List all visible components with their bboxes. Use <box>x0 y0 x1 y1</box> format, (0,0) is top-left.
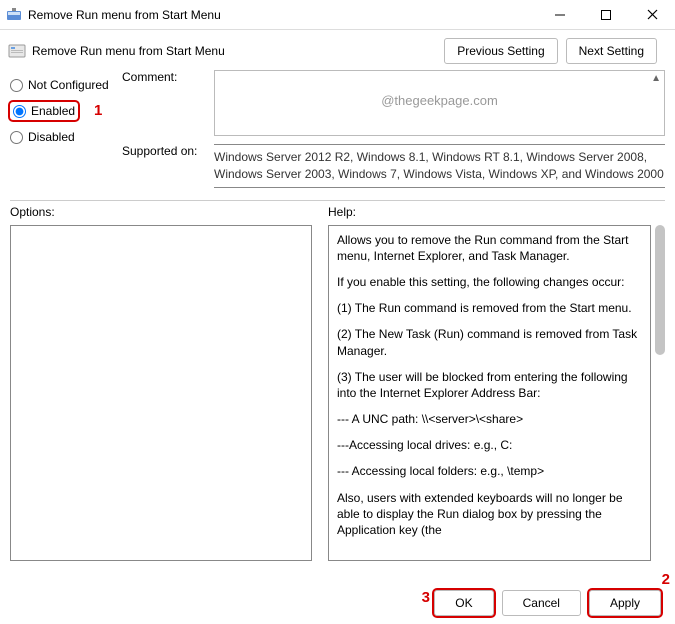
options-column: Options: <box>10 205 312 561</box>
window-title: Remove Run menu from Start Menu <box>28 8 221 22</box>
annotation-1: 1 <box>94 102 102 119</box>
help-p3: (1) The Run command is removed from the … <box>337 300 642 316</box>
cancel-button[interactable]: Cancel <box>502 590 581 616</box>
supported-text: Windows Server 2012 R2, Windows 8.1, Win… <box>214 144 665 188</box>
nav-buttons: Previous Setting Next Setting <box>444 38 667 64</box>
radio-disabled-label: Disabled <box>28 130 75 144</box>
policy-icon <box>8 42 26 60</box>
help-p1: Allows you to remove the Run command fro… <box>337 232 642 264</box>
radio-disabled-input[interactable] <box>10 131 23 144</box>
help-p6: --- A UNC path: \\<server>\<share> <box>337 411 642 427</box>
comment-textarea[interactable]: @thegeekpage.com ▲ <box>214 70 665 136</box>
help-p5: (3) The user will be blocked from enteri… <box>337 369 642 401</box>
previous-setting-button[interactable]: Previous Setting <box>444 38 557 64</box>
annotation-2: 2 <box>662 571 670 588</box>
annotation-3: 3 <box>422 589 430 606</box>
minimize-button[interactable] <box>537 0 583 30</box>
radio-enabled-input[interactable] <box>13 105 26 118</box>
lower-section: Options: Help: Allows you to remove the … <box>0 201 675 561</box>
options-box <box>10 225 312 561</box>
comment-watermark: @thegeekpage.com <box>381 93 498 108</box>
help-p8: --- Accessing local folders: e.g., \temp… <box>337 463 642 479</box>
help-p2: If you enable this setting, the followin… <box>337 274 642 290</box>
help-column: Help: Allows you to remove the Run comma… <box>328 205 665 561</box>
ok-button[interactable]: OK <box>434 590 493 616</box>
help-p7: ---Accessing local drives: e.g., C: <box>337 437 642 453</box>
scroll-up-icon[interactable]: ▲ <box>651 73 661 84</box>
radio-enabled-label: Enabled <box>31 104 75 118</box>
radio-not-configured-label: Not Configured <box>28 78 109 92</box>
footer-buttons: OK Cancel Apply <box>434 590 661 616</box>
upper-section: Not Configured Enabled 1 Disabled Commen… <box>0 70 675 198</box>
options-label: Options: <box>10 205 312 219</box>
help-scrollbar[interactable] <box>655 225 665 355</box>
titlebar: Remove Run menu from Start Menu <box>0 0 675 30</box>
next-setting-button[interactable]: Next Setting <box>566 38 657 64</box>
help-wrap: Allows you to remove the Run command fro… <box>328 225 665 561</box>
supported-row: Supported on: Windows Server 2012 R2, Wi… <box>122 144 665 188</box>
maximize-button[interactable] <box>583 0 629 30</box>
meta-column: Comment: @thegeekpage.com ▲ Supported on… <box>122 70 665 188</box>
radio-enabled[interactable]: Enabled 1 <box>10 102 122 120</box>
policy-title: Remove Run menu from Start Menu <box>32 44 225 58</box>
supported-label: Supported on: <box>122 144 214 188</box>
state-radio-group: Not Configured Enabled 1 Disabled <box>10 70 122 188</box>
help-p4: (2) The New Task (Run) command is remove… <box>337 326 642 358</box>
radio-not-configured[interactable]: Not Configured <box>10 78 122 92</box>
comment-row: Comment: @thegeekpage.com ▲ <box>122 70 665 136</box>
radio-disabled[interactable]: Disabled <box>10 130 122 144</box>
apply-button[interactable]: Apply <box>589 590 661 616</box>
policy-header: Remove Run menu from Start Menu Previous… <box>0 30 675 70</box>
help-text: Allows you to remove the Run command fro… <box>328 225 651 561</box>
help-label: Help: <box>328 205 665 219</box>
help-p9: Also, users with extended keyboards will… <box>337 490 642 539</box>
radio-not-configured-input[interactable] <box>10 79 23 92</box>
window-controls <box>537 0 675 30</box>
comment-label: Comment: <box>122 70 214 136</box>
app-icon <box>6 7 22 23</box>
close-button[interactable] <box>629 0 675 30</box>
